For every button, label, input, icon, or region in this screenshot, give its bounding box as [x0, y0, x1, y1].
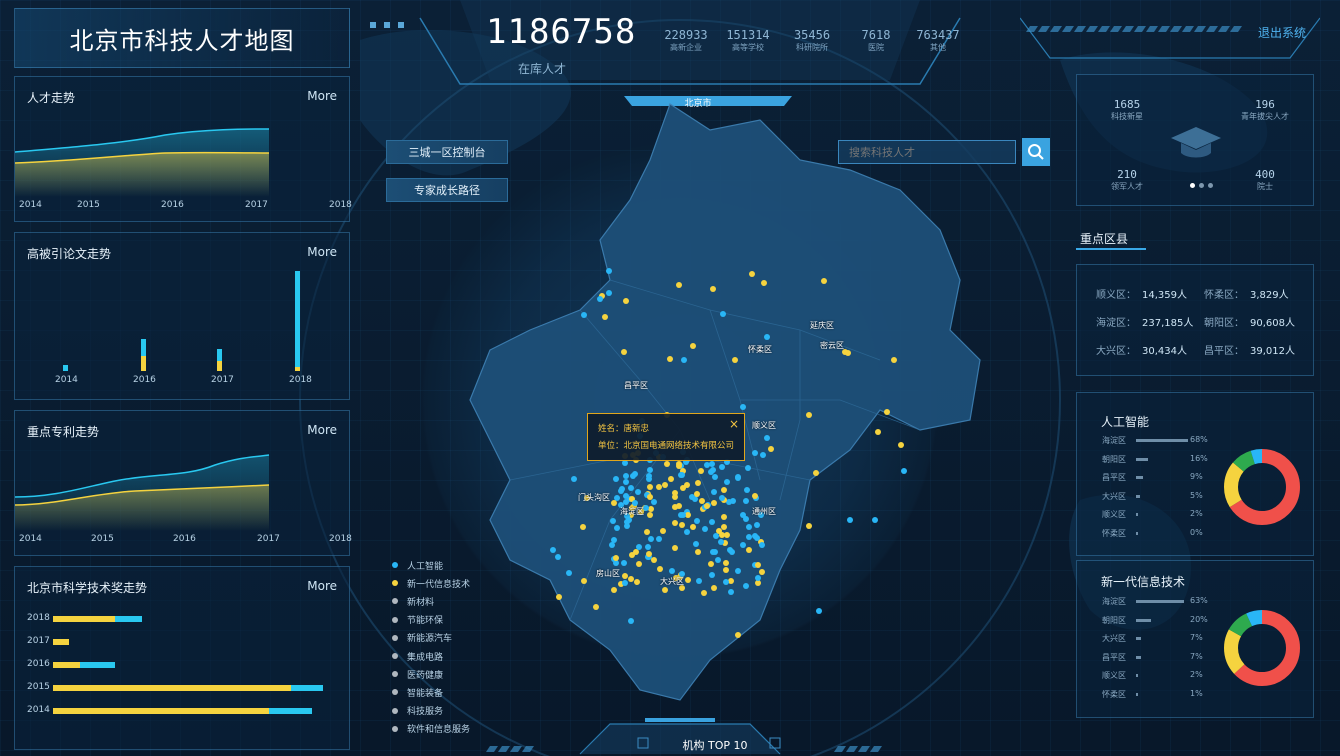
district-donut-charts [1224, 449, 1300, 686]
